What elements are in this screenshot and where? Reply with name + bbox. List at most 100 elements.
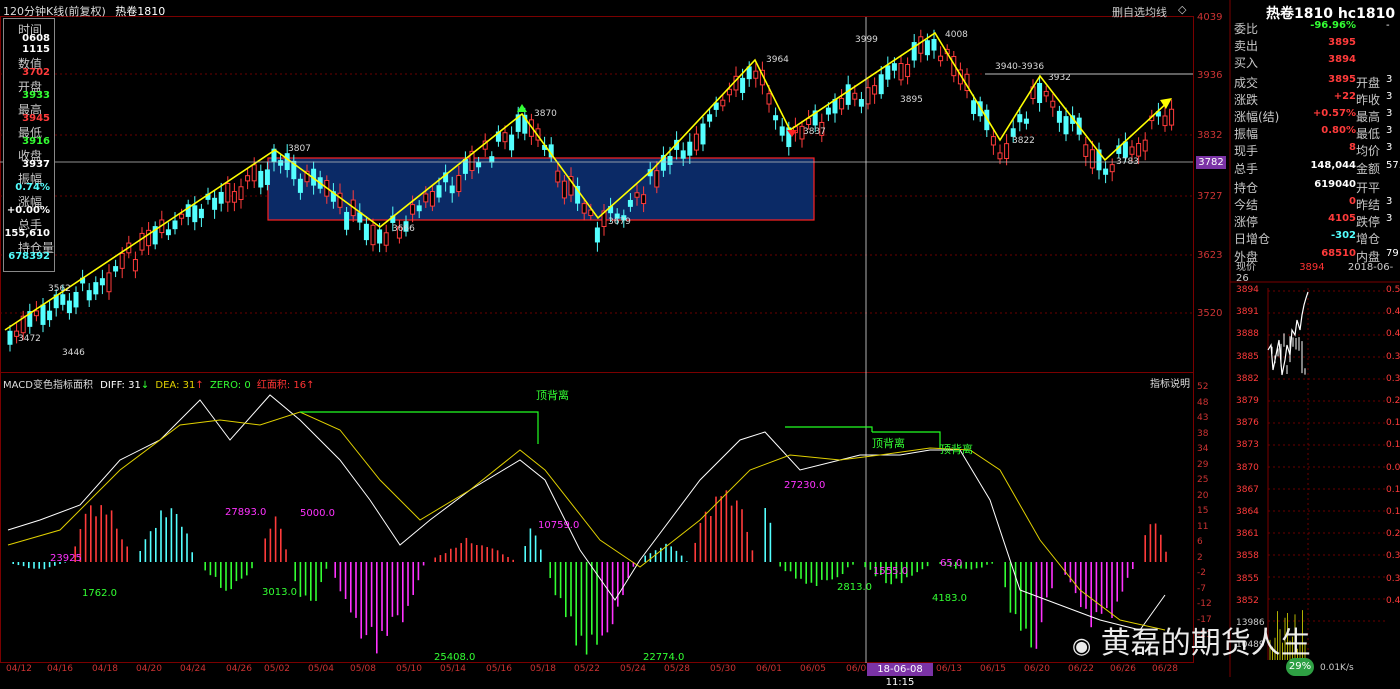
remove-watchlist-button[interactable]: 删自选 — [1112, 4, 1145, 20]
candle-body — [449, 185, 455, 194]
date-axis-label: 05/04 — [308, 664, 334, 674]
macd-area-label: 3013.0 — [262, 587, 297, 598]
watermark-text: 黄磊的期货人生 — [1100, 626, 1311, 661]
price-annotation: 3940-3936 — [995, 62, 1045, 72]
macd-axis-label: 52 — [1197, 382, 1209, 392]
price-annotation: 3932 — [1048, 73, 1071, 83]
symbol-label: 热卷1810 — [115, 5, 166, 18]
candle-body — [509, 134, 515, 151]
quote-label: 持仓 — [1234, 180, 1259, 195]
quote-value: -96.96% — [1310, 20, 1356, 31]
candle-body — [693, 133, 699, 151]
info-value: 1115 — [22, 44, 50, 55]
quote-label: 总手 — [1234, 161, 1259, 176]
candle-body — [825, 107, 831, 115]
macd-area-label: 2813.0 — [837, 582, 872, 593]
candle-body — [997, 152, 1003, 160]
date-axis-label: 05/14 — [440, 664, 466, 674]
candle-body — [99, 278, 105, 286]
candle-body — [1023, 118, 1029, 124]
info-value: 3933 — [22, 90, 50, 101]
candle-body — [47, 310, 53, 321]
candle-body — [436, 185, 442, 198]
candle-body — [740, 77, 746, 93]
candle-body — [779, 126, 785, 136]
mini-axis-right: 0.3 — [1386, 373, 1400, 384]
price-annotation: 3837 — [803, 127, 826, 137]
diff-down-arrow-icon: ↓ — [140, 380, 150, 391]
quote-value: 148,044 — [1310, 159, 1356, 171]
candle-body — [931, 38, 937, 51]
consolidation-box — [267, 157, 815, 221]
candle-body — [1017, 114, 1023, 123]
candle-body — [476, 162, 482, 168]
candle-body — [198, 208, 204, 219]
window-control-icon[interactable]: ◇ — [1178, 3, 1186, 16]
candle-body — [1169, 108, 1175, 126]
candle-body — [106, 272, 112, 293]
mini-axis-left: 3852 — [1236, 595, 1259, 606]
candle-body — [858, 98, 864, 107]
candle-body — [905, 63, 911, 78]
candle-body — [667, 155, 673, 165]
candle-body — [773, 115, 779, 121]
macd-area-label: 22774.0 — [643, 652, 685, 663]
candle-body — [225, 183, 231, 203]
quote-label: 最低 — [1356, 127, 1381, 142]
moving-average-button[interactable]: 均线 — [1145, 4, 1167, 20]
quote-value: 8 — [1349, 142, 1356, 154]
candle-body — [132, 259, 138, 272]
price-axis-label: 3520 — [1197, 308, 1223, 319]
candle-body — [1136, 143, 1142, 157]
candle-body — [700, 123, 706, 145]
info-value: 3702 — [22, 67, 50, 78]
date-axis-label: 04/26 — [226, 664, 252, 674]
candle-body — [337, 192, 343, 208]
candle-body — [212, 197, 218, 210]
date-axis-label: 06/15 — [980, 664, 1006, 674]
quote-value: 79 — [1386, 247, 1399, 259]
dea-up-arrow-icon: ↑ — [195, 380, 204, 391]
price-annotation: 3446 — [62, 348, 85, 358]
price-annotation: 3822 — [1012, 136, 1035, 146]
chart-canvas — [0, 0, 1400, 677]
quote-label: 均价 — [1356, 144, 1381, 159]
quote-value: 3895 — [1328, 37, 1356, 49]
mini-axis-right: 0.4 — [1386, 595, 1400, 606]
macd-area-label: 5000.0 — [300, 508, 335, 519]
candle-body — [707, 114, 713, 122]
price-annotation: 4008 — [945, 30, 968, 40]
candle-body — [1056, 110, 1062, 123]
candle-body — [363, 223, 369, 241]
info-value: 0.74% — [15, 182, 50, 193]
macd-title: MACD变色指标面积 — [3, 380, 93, 391]
mini-axis-right: 0.1 — [1386, 418, 1400, 429]
candle-body — [370, 224, 376, 246]
macd-axis-label: 20 — [1197, 490, 1209, 501]
candle-body — [172, 220, 178, 230]
candle-body — [865, 87, 871, 105]
date-axis-label: 04/24 — [180, 664, 206, 674]
candle-body — [634, 192, 640, 198]
candle-body — [264, 169, 270, 185]
quote-label: 买入 — [1234, 56, 1259, 71]
price-annotation: 3895 — [900, 95, 923, 105]
divergence-line-2 — [785, 426, 873, 432]
candle-body — [238, 186, 244, 200]
indicator-help-button[interactable]: 指标说明 — [1150, 375, 1190, 390]
candle-body — [489, 156, 495, 163]
macd-axis-label: 6 — [1197, 537, 1203, 547]
candle-body — [627, 199, 633, 207]
chart-title: 120分钟K线(前复权) 热卷1810 — [3, 3, 165, 19]
mini-axis-left: 3855 — [1236, 573, 1259, 584]
info-panel: 时间 0608 1115 数值 3702 开盘 3933 最高 3945 最低 3916 收盘 3937… — [3, 18, 55, 272]
candle-body — [839, 97, 845, 110]
candle-body — [344, 211, 350, 230]
candle-body — [456, 175, 462, 193]
candle-body — [113, 266, 119, 272]
date-axis-label: 06/05 — [800, 664, 826, 674]
quote-value: - — [1386, 20, 1390, 31]
candle-body — [423, 193, 429, 203]
macd-area-label: 10759.0 — [538, 520, 580, 531]
candle-body — [139, 232, 145, 251]
